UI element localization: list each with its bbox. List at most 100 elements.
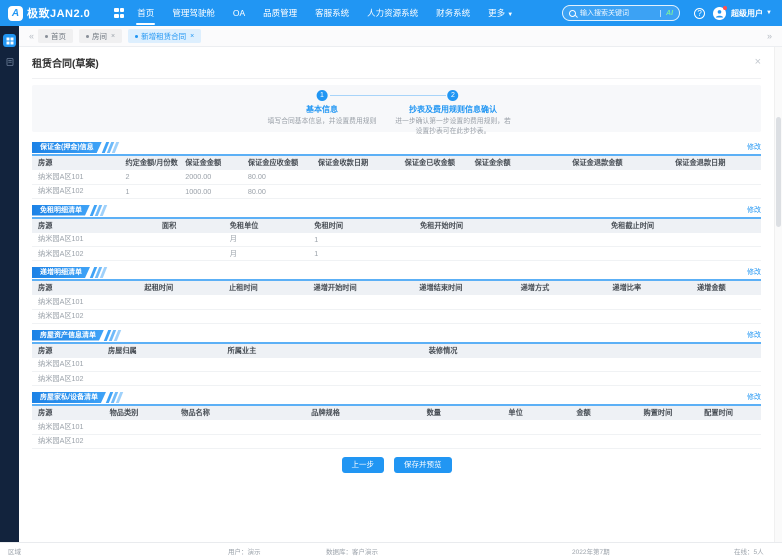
column-header: 购置时间 <box>638 406 699 420</box>
section-header: 房屋资产信息清单修改 <box>32 328 761 341</box>
nav-item[interactable]: 客服系统 <box>306 0 358 26</box>
table-cell <box>423 358 761 372</box>
apps-grid-icon[interactable] <box>114 8 124 18</box>
table-cell <box>691 295 761 309</box>
table-cell: 月 <box>224 247 309 261</box>
tabs-scroll-right-icon[interactable]: » <box>763 31 776 41</box>
table-row[interactable]: 纳米园A区101 <box>32 420 761 434</box>
nav-item[interactable]: 人力资源系统 <box>358 0 427 26</box>
save-and-preview-button[interactable]: 保存并预览 <box>394 457 452 473</box>
table-cell: 1 <box>308 233 414 247</box>
table-row[interactable]: 纳米园A区101月1 <box>32 233 761 247</box>
tab-dot-icon <box>45 35 48 38</box>
avatar[interactable] <box>713 7 726 20</box>
table-cell: 月 <box>224 233 309 247</box>
tab-item[interactable]: 房间× <box>79 29 122 43</box>
modify-link[interactable]: 修改 <box>747 392 761 402</box>
table-cell <box>104 420 176 434</box>
modify-link[interactable]: 修改 <box>747 205 761 215</box>
nav-item[interactable]: 首页 <box>128 0 163 26</box>
nav-item[interactable]: 品质管理 <box>254 0 306 26</box>
column-header: 保证金已收金额 <box>399 156 469 170</box>
column-header: 物品类别 <box>104 406 176 420</box>
app-logo[interactable]: A 极致JAN2.0 <box>0 5 100 21</box>
table-cell <box>138 295 223 309</box>
column-header: 约定金额/月份数 <box>119 156 179 170</box>
stripes-decoration-icon <box>92 267 105 278</box>
column-header: 品牌规格 <box>305 406 420 420</box>
table-cell <box>502 420 570 434</box>
previous-step-button[interactable]: 上一步 <box>342 457 385 473</box>
detail-section: 保证金(押金)信息修改房源约定金额/月份数保证金金额保证金应收金额保证金收款日期… <box>32 140 761 199</box>
column-header: 保证金应收金额 <box>242 156 312 170</box>
scrollbar-track[interactable] <box>774 47 782 542</box>
nav-item[interactable]: 管理驾驶舱 <box>163 0 224 26</box>
table-header-row: 房源面积免租单位免租时间免租开始时间免租截止时间 <box>32 219 761 233</box>
column-header: 起租时间 <box>138 281 223 295</box>
tab-item[interactable]: 首页 <box>38 29 73 43</box>
column-header: 房源 <box>32 219 156 233</box>
dashboard-icon <box>6 37 14 45</box>
table-row[interactable]: 纳米园A区102 <box>32 309 761 323</box>
user-name[interactable]: 超级用户 <box>731 8 763 19</box>
section-header: 保证金(押金)信息修改 <box>32 140 761 153</box>
column-header: 物品名称 <box>175 406 305 420</box>
column-header: 房源 <box>32 281 138 295</box>
section-table: 房源物品类别物品名称品牌规格数量单位金额购置时间配置时间纳米园A区101纳米园A… <box>32 406 761 449</box>
tab-close-icon[interactable]: × <box>190 33 194 40</box>
table-row[interactable]: 纳米园A区10211000.0080.00 <box>32 184 761 198</box>
table-cell <box>605 247 761 261</box>
table-cell <box>606 309 691 323</box>
nav-item[interactable]: 财务系统 <box>427 0 479 26</box>
tab-item[interactable]: 新增租赁合同× <box>128 29 201 43</box>
modify-link[interactable]: 修改 <box>747 142 761 152</box>
table-cell <box>502 434 570 448</box>
table-header-row: 房源起租时间止租时间递增开始时间递增结束时间递增方式递增比率递增金额 <box>32 281 761 295</box>
table-row[interactable]: 纳米园A区102 <box>32 372 761 386</box>
tab-close-icon[interactable]: × <box>111 33 115 40</box>
nav-item[interactable]: 更多▼ <box>479 0 522 26</box>
table-cell <box>312 184 399 198</box>
ai-icon[interactable]: AI <box>660 10 673 17</box>
logo-text: 极致JAN2.0 <box>27 5 90 21</box>
modify-link[interactable]: 修改 <box>747 267 761 277</box>
table-cell <box>566 184 669 198</box>
page-title: 租赁合同(草案) <box>32 55 99 70</box>
sidebar-item-workbench[interactable] <box>3 34 16 47</box>
close-icon[interactable]: × <box>755 57 761 68</box>
modify-link[interactable]: 修改 <box>747 330 761 340</box>
column-header: 房源 <box>32 344 102 358</box>
table-row[interactable]: 纳米园A区101 <box>32 295 761 309</box>
scrollbar-thumb[interactable] <box>776 117 781 227</box>
table-cell <box>175 434 305 448</box>
table-cell <box>421 420 503 434</box>
table-cell <box>312 170 399 184</box>
table-cell <box>223 295 308 309</box>
search-box[interactable]: 输入搜索关键词 AI <box>562 5 680 21</box>
table-cell: 1000.00 <box>179 184 242 198</box>
chevron-down-icon[interactable]: ▼ <box>766 10 772 16</box>
table-cell <box>399 184 469 198</box>
detail-sections: 保证金(押金)信息修改房源约定金额/月份数保证金金额保证金应收金额保证金收款日期… <box>32 140 761 449</box>
table-cell <box>515 295 607 309</box>
main-content: 租赁合同(草案) × 1 基本信息 填写合同基本信息，并设置费用规则 2 抄表及… <box>19 47 774 542</box>
table-cell: 纳米园A区102 <box>32 247 156 261</box>
table-row[interactable]: 纳米园A区102月1 <box>32 247 761 261</box>
sidebar-item-documents[interactable] <box>3 55 16 68</box>
section-header: 免租明细清单修改 <box>32 203 761 216</box>
table-cell <box>305 434 420 448</box>
tabs-scroll-left-icon[interactable]: « <box>25 31 38 41</box>
help-icon[interactable]: ? <box>694 8 705 19</box>
section-header: 递增明细清单修改 <box>32 265 761 278</box>
table-row[interactable]: 纳米园A区101 <box>32 358 761 372</box>
table-cell <box>421 434 503 448</box>
table-cell <box>606 295 691 309</box>
table-row[interactable]: 纳米园A区10122000.0080.00 <box>32 170 761 184</box>
table-cell <box>156 233 224 247</box>
table-row[interactable]: 纳米园A区102 <box>32 434 761 448</box>
action-buttons: 上一步 保存并预览 <box>32 457 761 473</box>
nav-item[interactable]: OA <box>224 0 254 26</box>
user-icon <box>715 9 724 18</box>
column-header: 免租开始时间 <box>414 219 605 233</box>
column-header: 保证金金额 <box>179 156 242 170</box>
